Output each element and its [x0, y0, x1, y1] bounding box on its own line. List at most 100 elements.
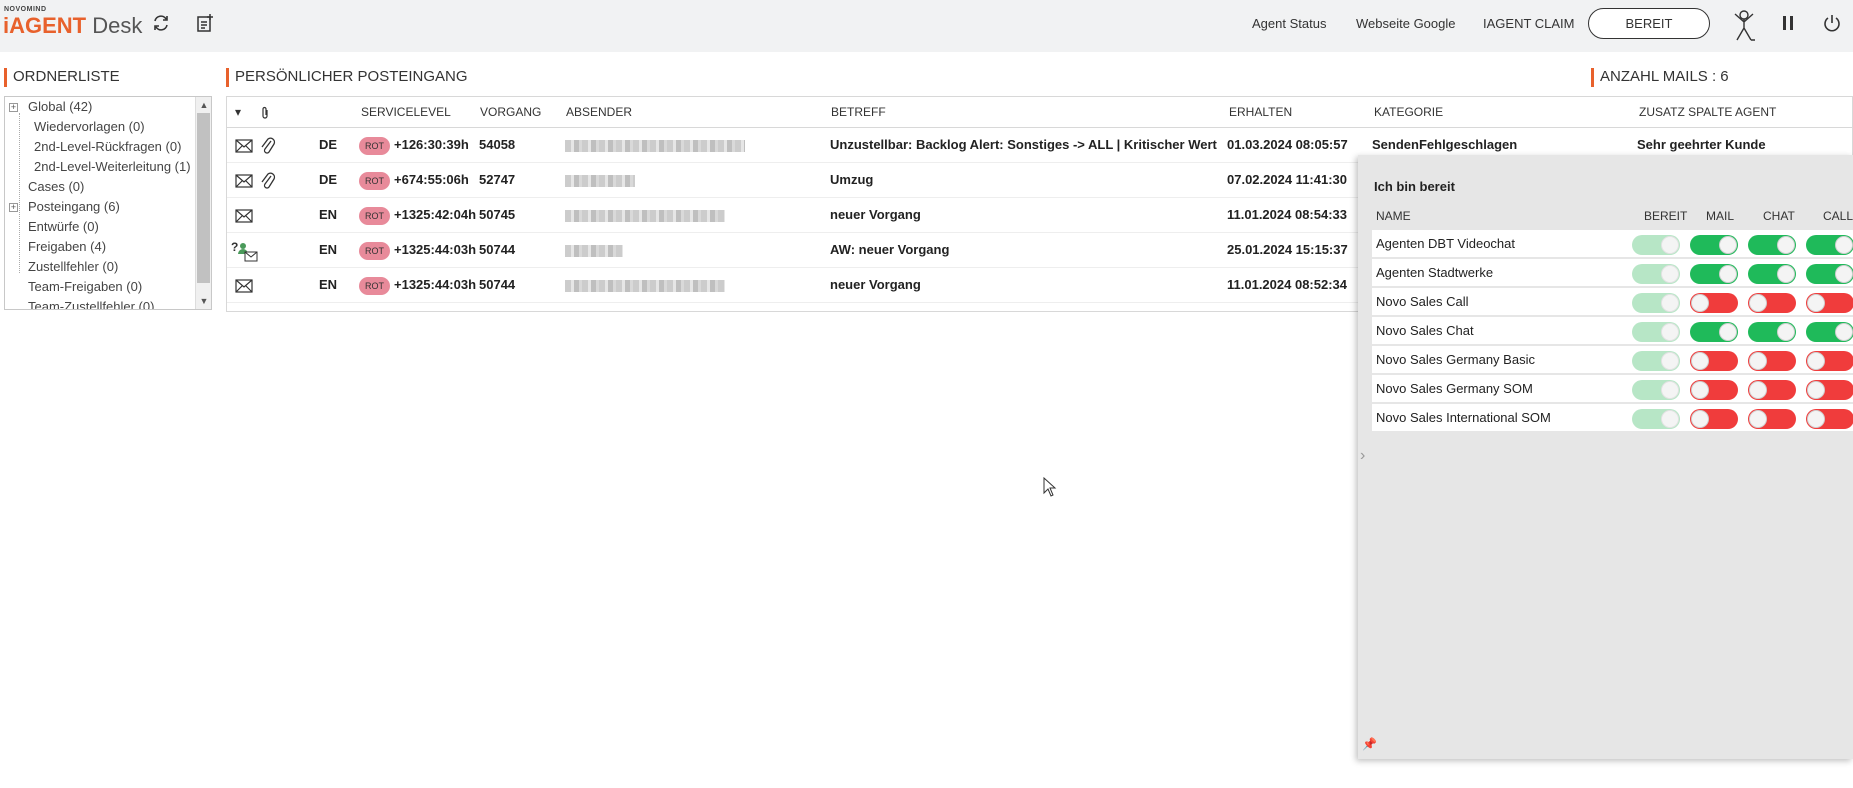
bereit-toggle[interactable] — [1632, 264, 1680, 284]
col-servicelevel[interactable]: SERVICELEVEL — [361, 97, 451, 127]
link-agent-status[interactable]: Agent Status — [1252, 16, 1326, 31]
scroll-down-icon[interactable]: ▼ — [196, 293, 211, 309]
folder-2nd-level-weiterleitung[interactable]: 2nd-Level-Weiterleitung (1) — [34, 159, 191, 174]
mail-toggle[interactable] — [1690, 409, 1738, 429]
channel-row: Agenten DBT Videochat — [1372, 230, 1853, 258]
mail-toggle[interactable] — [1690, 264, 1738, 284]
folder-team-freigaben[interactable]: Team-Freigaben (0) — [28, 279, 142, 294]
col-erhalten[interactable]: ERHALTEN — [1229, 97, 1292, 127]
channel-name: Novo Sales Germany Basic — [1376, 352, 1535, 367]
col-vorgang[interactable]: VORGANG — [480, 97, 541, 127]
chat-toggle[interactable] — [1748, 351, 1796, 371]
received-cell: 11.01.2024 08:54:33 — [1227, 207, 1347, 222]
chat-toggle[interactable] — [1748, 322, 1796, 342]
call-toggle[interactable] — [1806, 264, 1853, 284]
bereit-toggle[interactable] — [1632, 409, 1680, 429]
chat-toggle[interactable] — [1748, 293, 1796, 313]
chat-toggle[interactable] — [1748, 380, 1796, 400]
col-absender[interactable]: ABSENDER — [566, 97, 632, 127]
servicelevel-cell: ROT +126:30:39h — [359, 128, 469, 162]
mail-toggle[interactable] — [1690, 293, 1738, 313]
folder-zustellfehler[interactable]: Zustellfehler (0) — [28, 259, 118, 274]
tree-guide — [19, 113, 20, 273]
channel-name: Novo Sales Germany SOM — [1376, 381, 1533, 396]
col-name: NAME — [1376, 209, 1411, 223]
mail-toggle[interactable] — [1690, 380, 1738, 400]
call-toggle[interactable] — [1806, 293, 1853, 313]
call-toggle[interactable] — [1806, 235, 1853, 255]
received-cell: 11.01.2024 08:52:34 — [1227, 277, 1347, 292]
folder-tree: + Global (42) Wiedervorlagen (0) 2nd-Lev… — [4, 96, 212, 310]
pin-icon[interactable]: 📌 — [1362, 737, 1377, 751]
agent-avatar-icon[interactable] — [1730, 8, 1758, 42]
folder-team-zustellfehler[interactable]: Team-Zustellfehler (0) — [28, 299, 154, 309]
channel-row: Novo Sales Germany SOM — [1372, 375, 1853, 403]
call-toggle[interactable] — [1806, 351, 1853, 371]
col-kategorie[interactable]: KATEGORIE — [1374, 97, 1443, 127]
bereit-button[interactable]: BEREIT — [1588, 8, 1710, 39]
attachment-icon — [260, 128, 276, 162]
chat-toggle[interactable] — [1748, 264, 1796, 284]
folder-list-title: ORDNERLISTE — [4, 68, 120, 87]
bereit-toggle[interactable] — [1632, 322, 1680, 342]
expand-icon[interactable]: + — [9, 103, 18, 112]
logo-brand: iAGENT — [3, 13, 87, 38]
status-badge: ROT — [359, 241, 390, 260]
call-toggle[interactable] — [1806, 409, 1853, 429]
folder-posteingang[interactable]: Posteingang (6) — [28, 199, 120, 214]
folder-entwuerfe[interactable]: Entwürfe (0) — [28, 219, 99, 234]
chat-toggle[interactable] — [1748, 235, 1796, 255]
servicelevel-value: +126:30:39h — [394, 137, 469, 152]
status-badge: ROT — [359, 171, 390, 190]
sender-redacted — [565, 233, 623, 267]
folder-cases[interactable]: Cases (0) — [28, 179, 84, 194]
mouse-cursor-icon — [1043, 476, 1057, 500]
link-iagent-claim[interactable]: IAGENT CLAIM — [1483, 16, 1575, 31]
pause-icon[interactable] — [1776, 11, 1800, 35]
lang-cell: EN — [319, 242, 338, 257]
servicelevel-cell — [359, 306, 389, 311]
folder-scrollbar[interactable]: ▲ ▼ — [195, 97, 211, 309]
servicelevel-value: +1325:42:04h — [394, 207, 477, 222]
subject-cell: neuer Vorgang — [830, 207, 921, 222]
servicelevel-cell: ROT +1325:44:03h — [359, 268, 476, 302]
scroll-up-icon[interactable]: ▲ — [196, 97, 211, 113]
new-document-icon[interactable] — [193, 11, 217, 35]
status-badge: ROT — [359, 206, 390, 225]
link-webseite-google[interactable]: Webseite Google — [1356, 16, 1456, 31]
channel-row: Agenten Stadtwerke — [1372, 259, 1853, 287]
bereit-toggle[interactable] — [1632, 235, 1680, 255]
subject-cell: Unzustellbar: Backlog Alert: Sonstiges -… — [830, 137, 1217, 152]
ready-panel: Ich bin bereit NAME BEREIT MAIL CHAT CAL… — [1358, 155, 1853, 759]
vorgang-cell: 52747 — [479, 172, 516, 187]
power-icon[interactable] — [1820, 11, 1844, 35]
lang-cell: EN — [319, 277, 338, 292]
folder-freigaben[interactable]: Freigaben (4) — [28, 239, 106, 254]
unknown-sender-mail-icon: ? — [231, 233, 259, 267]
folder-2nd-level-rueckfragen[interactable]: 2nd-Level-Rückfragen (0) — [34, 139, 181, 154]
call-toggle[interactable] — [1806, 322, 1853, 342]
folder-global[interactable]: Global (42) — [28, 99, 92, 114]
mail-toggle[interactable] — [1690, 351, 1738, 371]
top-bar: NOVOMIND iAGENT Desk Agent Status Websei… — [0, 0, 1853, 52]
col-zusatz-spalte-agent[interactable]: ZUSATZ SPALTE AGENT — [1639, 97, 1776, 127]
bereit-toggle[interactable] — [1632, 293, 1680, 313]
channel-row: Novo Sales Germany Basic — [1372, 346, 1853, 374]
expand-icon[interactable]: + — [9, 203, 18, 212]
mail-toggle[interactable] — [1690, 235, 1738, 255]
bereit-toggle[interactable] — [1632, 351, 1680, 371]
servicelevel-value: +674:55:06h — [394, 172, 469, 187]
chat-toggle[interactable] — [1748, 409, 1796, 429]
lang-cell: EN — [319, 207, 338, 222]
servicelevel-value: +1325:44:03h — [394, 277, 477, 292]
refresh-icon[interactable] — [149, 11, 173, 35]
mail-icon — [235, 268, 253, 302]
mail-toggle[interactable] — [1690, 322, 1738, 342]
collapse-panel-icon[interactable]: › — [1360, 447, 1365, 465]
folder-wiedervorlagen[interactable]: Wiedervorlagen (0) — [34, 119, 145, 134]
bereit-toggle[interactable] — [1632, 380, 1680, 400]
call-toggle[interactable] — [1806, 380, 1853, 400]
col-betreff[interactable]: BETREFF — [831, 97, 886, 127]
scroll-thumb[interactable] — [197, 113, 210, 283]
sort-chevron-icon[interactable]: ▾ — [235, 97, 241, 127]
